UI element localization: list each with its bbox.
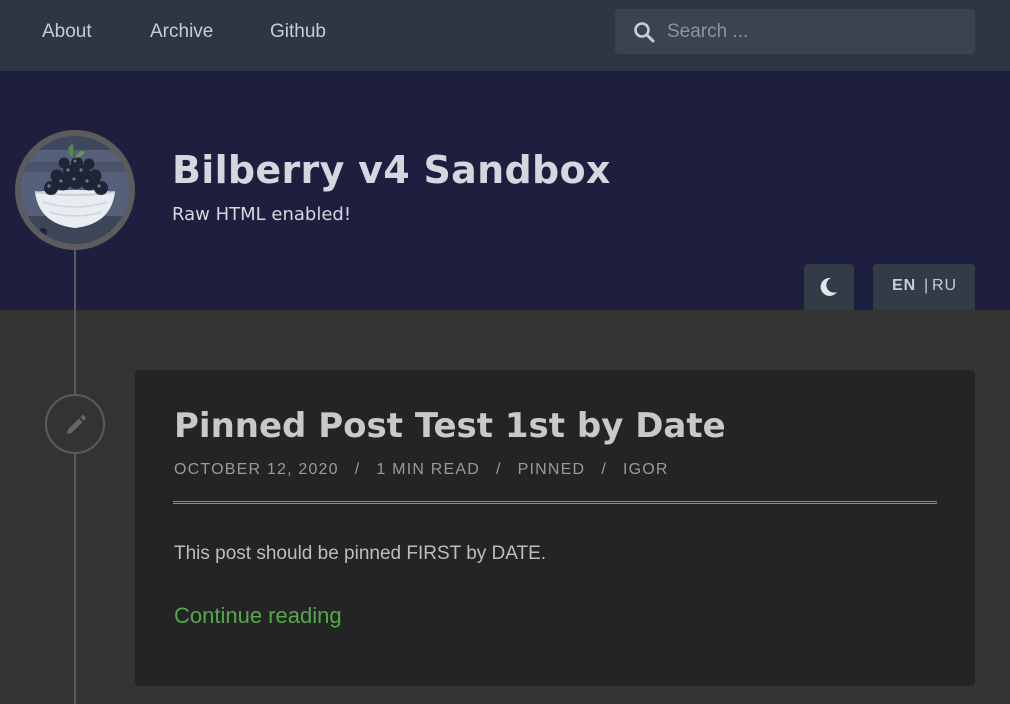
post-title[interactable]: Pinned Post Test 1st by Date bbox=[174, 406, 726, 446]
top-navigation: About Archive Github bbox=[0, 0, 1010, 71]
nav-link-github[interactable]: Github bbox=[270, 21, 326, 43]
post-author-link[interactable]: IGOR bbox=[623, 461, 669, 479]
nav-link-archive[interactable]: Archive bbox=[150, 21, 213, 43]
theme-toggle-button[interactable] bbox=[804, 264, 854, 310]
language-separator: | bbox=[924, 277, 930, 294]
post-date: OCTOBER 12, 2020 bbox=[174, 461, 339, 478]
language-en[interactable]: EN bbox=[892, 277, 916, 295]
moon-icon bbox=[820, 277, 837, 296]
meta-separator: / bbox=[496, 461, 502, 478]
post-excerpt: This post should be pinned FIRST by DATE… bbox=[174, 543, 547, 564]
avatar[interactable] bbox=[15, 130, 135, 250]
language-ru[interactable]: RU bbox=[932, 277, 957, 295]
language-switcher: EN | RU bbox=[873, 264, 975, 310]
post-card: Pinned Post Test 1st by Date OCTOBER 12,… bbox=[135, 370, 975, 686]
post-type-badge bbox=[45, 394, 105, 454]
post-meta: OCTOBER 12, 2020 / 1 MIN READ / PINNED / IGOR bbox=[174, 461, 669, 479]
post-tag-link[interactable]: PINNED bbox=[518, 461, 586, 479]
nav-link-about[interactable]: About bbox=[42, 21, 92, 43]
site-title[interactable]: Bilberry v4 Sandbox bbox=[172, 148, 611, 192]
timeline-line bbox=[74, 250, 76, 704]
meta-separator: / bbox=[601, 461, 607, 478]
search-icon bbox=[633, 21, 655, 43]
post-divider bbox=[173, 501, 937, 504]
search-input[interactable] bbox=[667, 9, 962, 54]
avatar-image bbox=[21, 136, 129, 244]
post-read-time: 1 MIN READ bbox=[376, 461, 480, 478]
pencil-icon bbox=[67, 415, 86, 434]
site-subtitle: Raw HTML enabled! bbox=[172, 204, 352, 225]
meta-separator: / bbox=[354, 461, 361, 478]
search-box[interactable] bbox=[615, 9, 975, 54]
continue-reading-link[interactable]: Continue reading bbox=[174, 603, 342, 629]
